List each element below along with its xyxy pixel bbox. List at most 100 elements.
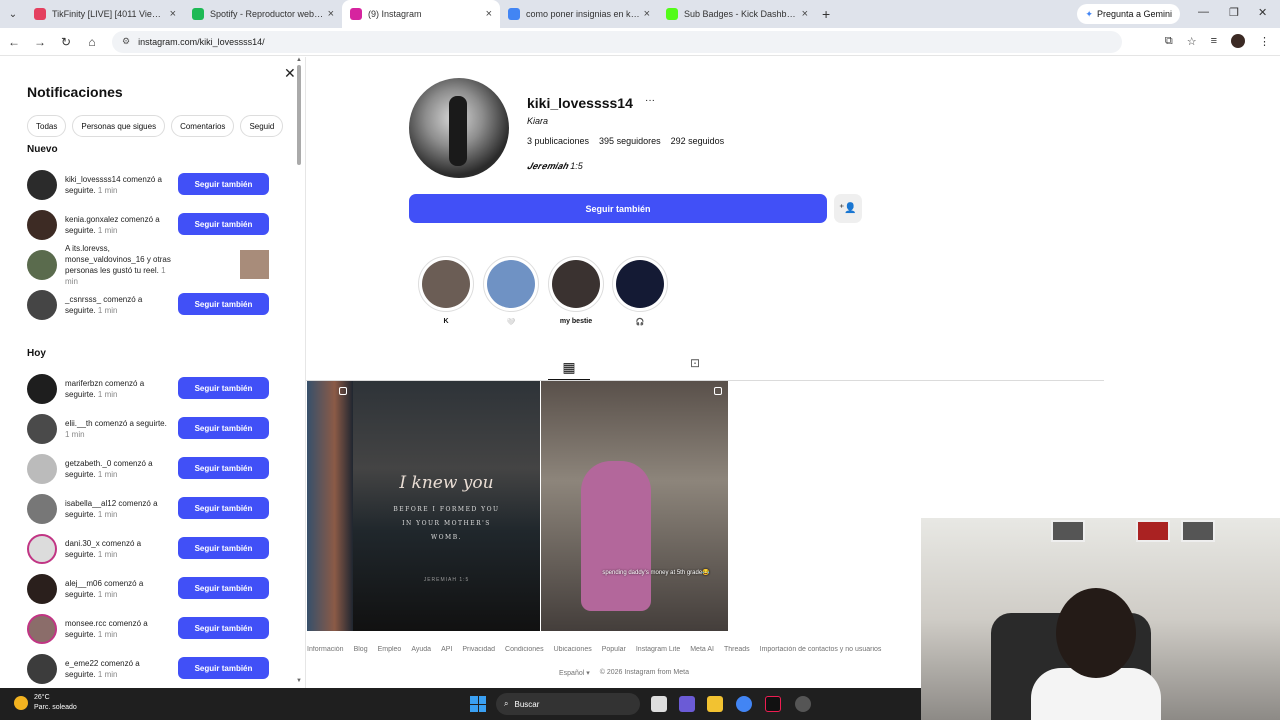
post-thumbnail-1[interactable] [307, 381, 353, 631]
address-bar[interactable]: ⚙ instagram.com/kiki_lovessss14/ [112, 30, 1122, 53]
notification-user[interactable]: e_eme22 [65, 659, 98, 668]
filter-chip[interactable]: Seguid [240, 115, 284, 137]
app-icon[interactable] [795, 696, 811, 712]
footer-link[interactable]: Threads [724, 646, 750, 653]
notification-user[interactable]: isabella__al12 [65, 499, 116, 508]
avatar[interactable] [27, 250, 57, 280]
filter-chip[interactable]: Todas [27, 115, 67, 137]
posts-grid-tab-icon[interactable]: ▦ [548, 356, 590, 380]
more-options-icon[interactable]: ··· [645, 95, 655, 106]
tab-close-icon[interactable]: × [328, 8, 334, 20]
avatar[interactable] [27, 210, 57, 240]
footer-link[interactable]: Empleo [378, 646, 402, 653]
footer-link[interactable]: Información [307, 646, 344, 653]
footer-link[interactable]: Meta AI [690, 646, 714, 653]
notification-item[interactable]: elii.__th comenzó a seguirte. 1 min Segui… [27, 414, 272, 444]
notification-item[interactable]: isabella__al12 comenzó a seguirte. 1 min… [27, 494, 272, 524]
footer-link[interactable]: Privacidad [462, 646, 495, 653]
avatar[interactable] [27, 654, 57, 684]
notification-user[interactable]: mariferbzn [65, 379, 103, 388]
notification-user[interactable]: kiki_lovessss14 [65, 175, 121, 184]
avatar[interactable] [27, 614, 57, 644]
follow-back-button[interactable]: Seguir también [178, 293, 269, 315]
follow-back-button[interactable]: Seguir también [178, 457, 269, 479]
footer-link[interactable]: Blog [354, 646, 368, 653]
footer-link[interactable]: API [441, 646, 452, 653]
story-highlight[interactable]: my bestie [548, 256, 604, 325]
notification-user[interactable]: kenia.gonxalez [65, 215, 118, 224]
notification-item[interactable]: kiki_lovessss14 comenzó a seguirte. 1 mi… [27, 170, 272, 200]
footer-link[interactable]: Condiciones [505, 646, 544, 653]
profile-avatar-icon[interactable] [1231, 34, 1245, 48]
notification-item[interactable]: e_eme22 comenzó a seguirte. 1 min Seguir … [27, 654, 272, 684]
maximize-icon[interactable]: ❐ [1229, 6, 1239, 19]
tagged-tab-icon[interactable]: ⊡ [690, 356, 700, 370]
gemini-button[interactable]: ✦ Pregunta a Gemini [1077, 4, 1180, 24]
avatar[interactable] [27, 414, 57, 444]
follow-back-button[interactable]: Seguir también [178, 213, 269, 235]
browser-tab[interactable]: (9) Instagram × [342, 0, 500, 28]
browser-tab[interactable]: Sub Badges - Kick Dashboard × [658, 0, 816, 28]
avatar[interactable] [27, 454, 57, 484]
follow-back-button[interactable]: Seguir también [178, 497, 269, 519]
notification-item[interactable]: monsee.rcc comenzó a seguirte. 1 min Segu… [27, 614, 272, 644]
language-selector[interactable]: Español ▾ [559, 669, 590, 677]
file-explorer-icon[interactable] [707, 696, 723, 712]
scroll-down-icon[interactable]: ▼ [296, 678, 302, 684]
filter-chip[interactable]: Personas que sigues [72, 115, 166, 137]
follow-back-button[interactable]: Seguir también [178, 577, 269, 599]
forward-icon[interactable]: → [28, 35, 52, 49]
tab-close-icon[interactable]: × [644, 8, 650, 20]
close-window-icon[interactable]: ✕ [1258, 6, 1267, 19]
follow-back-button[interactable]: Seguir también [178, 377, 269, 399]
avatar[interactable] [27, 170, 57, 200]
tab-close-icon[interactable]: × [486, 8, 492, 20]
notification-item[interactable]: A its.lorevss, monse_valdovinos_16 y otr… [27, 244, 272, 286]
notification-item[interactable]: mariferbzn comenzó a seguirte. 1 min Segu… [27, 374, 272, 404]
notifications-scrollbar[interactable] [297, 65, 301, 165]
notification-user[interactable]: monsee.rcc [65, 619, 106, 628]
avatar[interactable] [27, 574, 57, 604]
notification-user[interactable]: getzabeth._0 [65, 459, 111, 468]
notification-item[interactable]: kenia.gonxalez comenzó a seguirte. 1 min… [27, 210, 272, 240]
profile-picture[interactable] [409, 78, 509, 178]
footer-link[interactable]: Importación de contactos y no usuarios [760, 646, 882, 653]
notification-user[interactable]: elii.__th [65, 419, 93, 428]
reload-icon[interactable]: ↻ [54, 35, 78, 49]
notification-user[interactable]: A its.lorevss, monse_valdovinos_16 [65, 244, 145, 264]
footer-link[interactable]: Popular [602, 646, 626, 653]
follow-back-button[interactable]: Seguir también [178, 417, 269, 439]
following-count[interactable]: 292 seguidos [671, 136, 725, 146]
chrome-icon[interactable] [736, 696, 752, 712]
tab-search-icon[interactable]: ⌄ [0, 0, 26, 28]
post-thumbnail-2[interactable]: I knew you BEFORE I FORMED YOU IN YOUR M… [353, 381, 540, 631]
story-highlight[interactable]: K [418, 256, 474, 325]
browser-tab[interactable]: Spotify - Reproductor web: mús × [184, 0, 342, 28]
notification-user[interactable]: alej__m06 [65, 579, 102, 588]
story-highlight[interactable]: 🎧 [612, 256, 668, 326]
scroll-up-icon[interactable]: ▲ [296, 57, 302, 63]
notification-item[interactable]: alej__m06 comenzó a seguirte. 1 min Segui… [27, 574, 272, 604]
follow-back-button[interactable]: Seguir también [178, 173, 269, 195]
footer-link[interactable]: Ubicaciones [554, 646, 592, 653]
tab-close-icon[interactable]: × [170, 8, 176, 20]
footer-link[interactable]: Ayuda [411, 646, 431, 653]
browser-menu-icon[interactable]: ⋮ [1259, 35, 1270, 48]
tab-close-icon[interactable]: × [802, 8, 808, 20]
follow-back-button[interactable]: Seguir también [178, 537, 269, 559]
notification-item[interactable]: getzabeth._0 comenzó a seguirte. 1 min Se… [27, 454, 272, 484]
follow-back-button[interactable]: Seguir también [409, 194, 827, 223]
reel-thumbnail[interactable] [240, 250, 269, 279]
taskbar-search[interactable]: ⌕ Buscar [496, 693, 640, 715]
notification-user[interactable]: dani.30_x [65, 539, 100, 548]
bookmark-star-icon[interactable]: ☆ [1187, 35, 1197, 48]
avatar[interactable] [27, 534, 57, 564]
copilot-icon[interactable] [679, 696, 695, 712]
followers-count[interactable]: 395 seguidores [599, 136, 661, 146]
browser-tab[interactable]: como poner insignias en kick - × [500, 0, 658, 28]
tiktok-icon[interactable] [765, 696, 781, 712]
notification-item[interactable]: dani.30_x comenzó a seguirte. 1 min Segui… [27, 534, 272, 564]
avatar[interactable] [27, 494, 57, 524]
back-icon[interactable]: ← [2, 35, 26, 49]
suggested-users-icon[interactable]: ⁺👤 [834, 194, 862, 223]
